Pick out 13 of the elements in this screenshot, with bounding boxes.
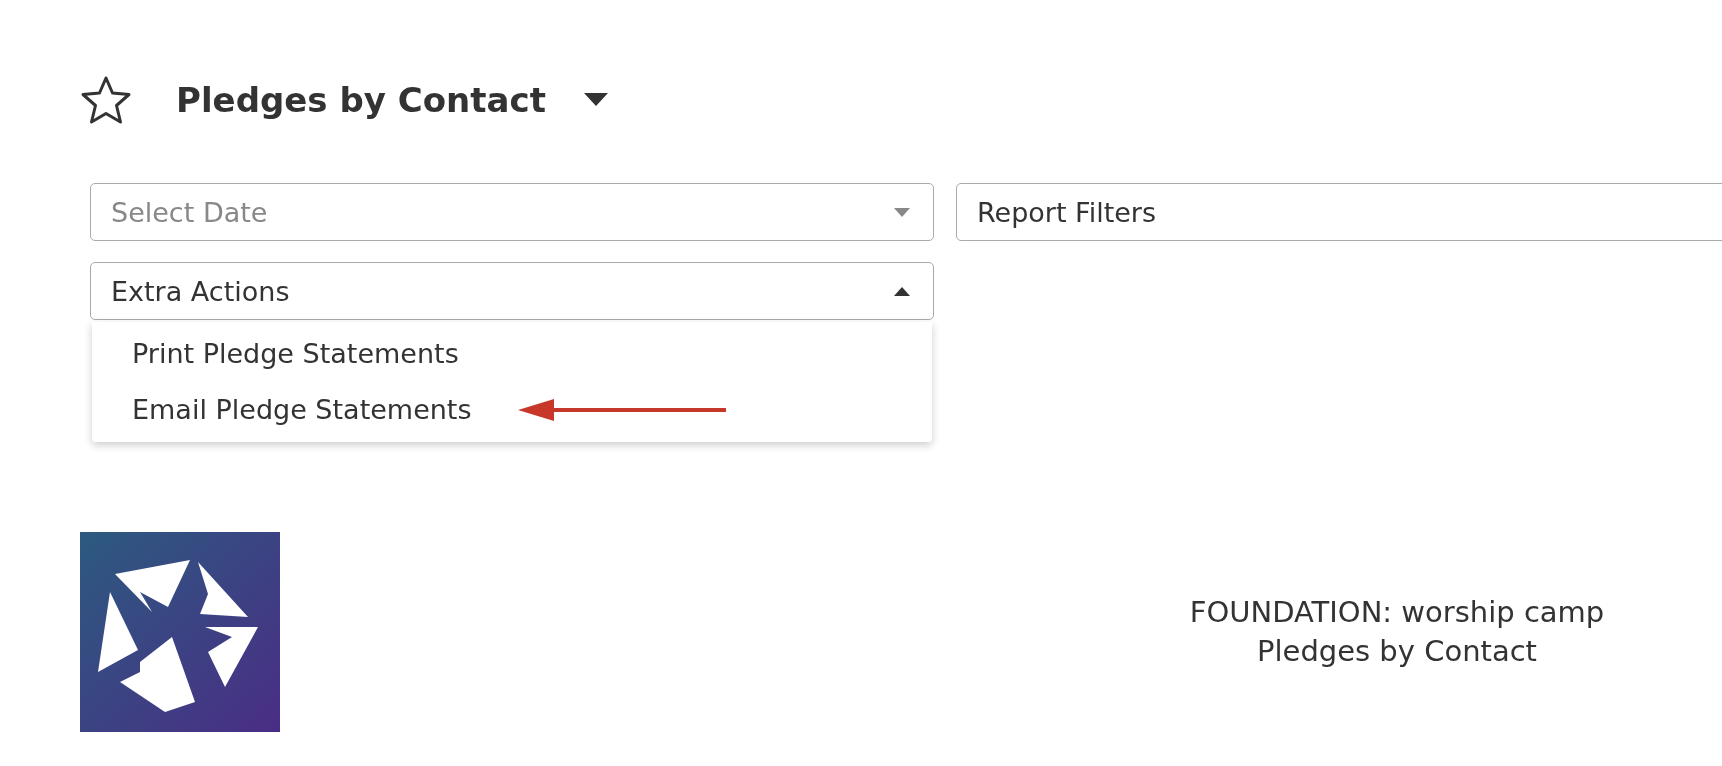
report-filters-button[interactable]: Report Filters [956,183,1722,241]
footer-text: Pledges by Contact [1257,633,1537,670]
extra-actions-dropdown[interactable]: Extra Actions [90,262,934,320]
menu-item[interactable]: Print Pledge Statements [92,326,499,382]
caret-icon [893,206,911,218]
caret-icon [893,285,911,297]
caret-icon[interactable] [583,93,608,107]
report-title: Pledges by Contact [176,80,546,120]
date-select[interactable]: Select Date [90,183,934,241]
star-icon[interactable] [80,75,132,125]
logo-icon [80,532,280,732]
menu-item[interactable]: Email Pledge Statements [92,382,512,438]
footer-text: FOUNDATION: worship camp [1189,594,1605,631]
